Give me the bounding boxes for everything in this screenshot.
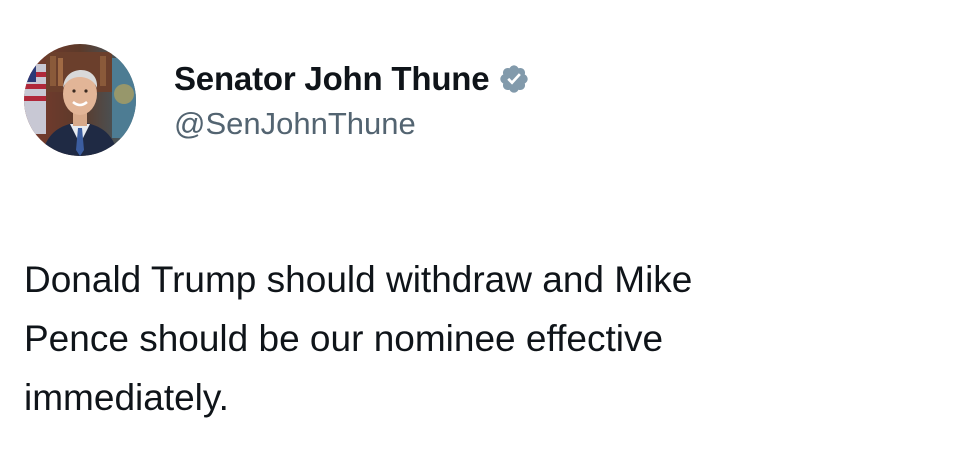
tweet-card: Senator John Thune @SenJohnThune Donald … bbox=[0, 0, 968, 455]
tweet-header: Senator John Thune @SenJohnThune bbox=[24, 44, 530, 156]
tweet-text: Donald Trump should withdraw and Mike Pe… bbox=[24, 259, 693, 418]
author-identity: Senator John Thune @SenJohnThune bbox=[174, 58, 530, 142]
avatar[interactable] bbox=[24, 44, 136, 156]
name-row: Senator John Thune bbox=[174, 58, 530, 100]
avatar-photo-icon bbox=[24, 44, 136, 156]
author-handle[interactable]: @SenJohnThune bbox=[174, 106, 530, 142]
verified-badge-icon bbox=[498, 63, 530, 95]
author-display-name[interactable]: Senator John Thune bbox=[174, 60, 490, 98]
